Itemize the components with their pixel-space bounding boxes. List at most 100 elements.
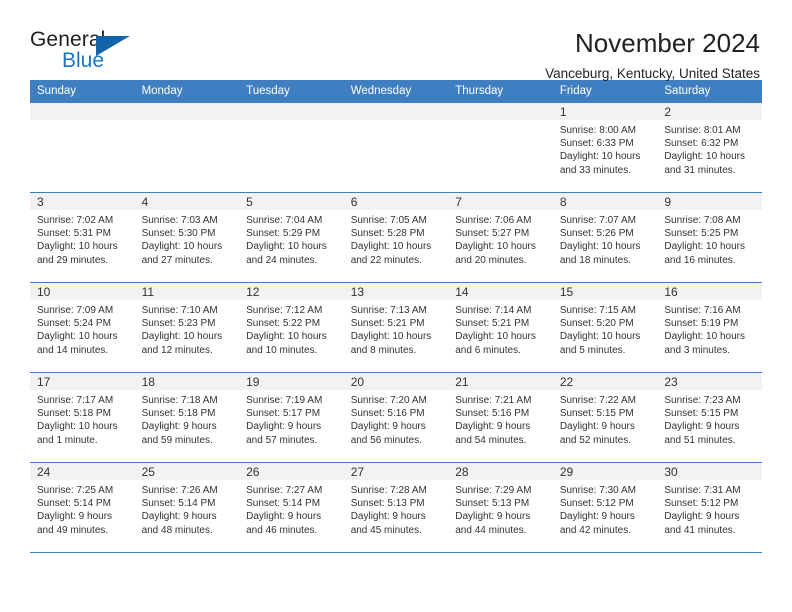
day-details: Sunrise: 8:00 AM Sunset: 6:33 PM Daylight:…	[553, 120, 658, 177]
day-detail-line: Daylight: 10 hours	[246, 241, 327, 253]
day-detail-line: and 3 minutes.	[664, 344, 730, 356]
title-block: November 2024 Vanceburg, Kentucky, Unite…	[545, 28, 762, 84]
calendar-day-cell[interactable]: 28 Sunrise: 7:29 AM Sunset: 5:13 PM Dayligh…	[448, 462, 553, 553]
logo-text-blue: Blue	[62, 49, 105, 72]
day-detail-line: Sunset: 5:12 PM	[559, 498, 634, 510]
calendar-day-cell[interactable]: 14 Sunrise: 7:14 AM Sunset: 5:21 PM Dayligh…	[448, 282, 553, 373]
calendar-day-cell[interactable]: 30 Sunrise: 7:31 AM Sunset: 5:12 PM Dayligh…	[657, 462, 762, 553]
day-details: Sunrise: 7:06 AM Sunset: 5:27 PM Daylight:…	[448, 210, 553, 267]
location-subtitle: Vanceburg, Kentucky, United States	[545, 66, 760, 81]
calendar-day-cell[interactable]: 1 Sunrise: 8:00 AM Sunset: 6:33 PM Daylight…	[552, 102, 658, 193]
calendar-day-cell[interactable]: 17 Sunrise: 7:17 AM Sunset: 5:18 PM Dayligh…	[30, 372, 135, 463]
day-detail-line: and 8 minutes.	[350, 344, 417, 356]
day-detail-line: Sunset: 6:32 PM	[664, 138, 739, 150]
calendar-day-cell[interactable]: 11 Sunrise: 7:10 AM Sunset: 5:23 PM Dayligh…	[134, 282, 240, 373]
day-details: Sunrise: 7:20 AM Sunset: 5:16 PM Daylight:…	[344, 390, 449, 447]
calendar-day-cell[interactable]: 23 Sunrise: 7:23 AM Sunset: 5:15 PM Dayligh…	[657, 372, 762, 463]
day-detail-line: and 45 minutes.	[350, 524, 422, 536]
calendar-day-cell[interactable]: 3 Sunrise: 7:02 AM Sunset: 5:31 PM Daylight…	[30, 192, 135, 283]
day-details: Sunrise: 7:08 AM Sunset: 5:25 PM Daylight:…	[657, 210, 762, 267]
calendar-day-cell[interactable]: 12 Sunrise: 7:12 AM Sunset: 5:22 PM Dayligh…	[239, 282, 344, 373]
calendar-day-cell[interactable]: 18 Sunrise: 7:18 AM Sunset: 5:18 PM Dayligh…	[134, 372, 240, 463]
day-detail-line: and 6 minutes.	[455, 344, 521, 356]
day-details: Sunrise: 7:12 AM Sunset: 5:22 PM Daylight:…	[239, 300, 344, 357]
day-number: 8	[552, 193, 658, 210]
calendar-day-cell-empty	[343, 102, 449, 193]
day-detail-line: and 24 minutes.	[246, 254, 318, 266]
day-details	[448, 120, 553, 124]
day-detail-line: and 10 minutes.	[246, 344, 318, 356]
day-detail-line: and 18 minutes.	[559, 254, 631, 266]
calendar-day-cell[interactable]: 13 Sunrise: 7:13 AM Sunset: 5:21 PM Dayligh…	[343, 282, 449, 373]
calendar-day-cell[interactable]: 10 Sunrise: 7:09 AM Sunset: 5:24 PM Dayligh…	[30, 282, 135, 373]
day-number: 23	[657, 373, 762, 390]
day-number: 5	[239, 193, 344, 210]
calendar-day-cell[interactable]: 9 Sunrise: 7:08 AM Sunset: 5:25 PM Daylight…	[657, 192, 762, 283]
calendar-week-row: 1 Sunrise: 8:00 AM Sunset: 6:33 PM Daylight…	[30, 102, 762, 193]
day-detail-line: Daylight: 9 hours	[350, 421, 426, 433]
day-detail-line: Sunrise: 7:03 AM	[141, 215, 218, 226]
day-details: Sunrise: 7:10 AM Sunset: 5:23 PM Daylight:…	[135, 300, 240, 357]
day-detail-line: Sunrise: 7:31 AM	[664, 485, 741, 496]
calendar-day-cell[interactable]: 19 Sunrise: 7:19 AM Sunset: 5:17 PM Dayligh…	[239, 372, 344, 463]
calendar-day-cell[interactable]: 16 Sunrise: 7:16 AM Sunset: 5:19 PM Dayligh…	[657, 282, 762, 373]
calendar-day-cell[interactable]: 2 Sunrise: 8:01 AM Sunset: 6:32 PM Daylight…	[657, 102, 762, 193]
day-number: 1	[552, 103, 658, 120]
calendar-day-cell[interactable]: 15 Sunrise: 7:15 AM Sunset: 5:20 PM Dayligh…	[552, 282, 658, 373]
calendar-day-cell[interactable]: 6 Sunrise: 7:05 AM Sunset: 5:28 PM Daylight…	[343, 192, 449, 283]
weekday-header-wednesday: Wednesday	[343, 80, 449, 103]
calendar-day-cell[interactable]: 7 Sunrise: 7:06 AM Sunset: 5:27 PM Daylight…	[448, 192, 553, 283]
calendar-day-cell[interactable]: 8 Sunrise: 7:07 AM Sunset: 5:26 PM Daylight…	[552, 192, 658, 283]
day-detail-line: Sunrise: 7:08 AM	[664, 215, 741, 226]
day-number: 14	[448, 283, 553, 300]
day-details: Sunrise: 7:15 AM Sunset: 5:20 PM Daylight:…	[553, 300, 658, 357]
day-details: Sunrise: 7:07 AM Sunset: 5:26 PM Daylight:…	[553, 210, 658, 267]
day-detail-line: Sunrise: 7:14 AM	[455, 305, 532, 316]
day-detail-line: Sunrise: 7:12 AM	[246, 305, 323, 316]
day-details: Sunrise: 7:19 AM Sunset: 5:17 PM Daylight:…	[239, 390, 344, 447]
day-detail-line: and 54 minutes.	[455, 434, 527, 446]
calendar-week-row: 24 Sunrise: 7:25 AM Sunset: 5:14 PM Dayligh…	[30, 462, 762, 553]
day-details: Sunrise: 7:21 AM Sunset: 5:16 PM Daylight:…	[448, 390, 553, 447]
day-detail-line: Sunrise: 7:23 AM	[664, 395, 741, 406]
calendar-day-cell[interactable]: 4 Sunrise: 7:03 AM Sunset: 5:30 PM Daylight…	[134, 192, 240, 283]
day-detail-line: Sunrise: 7:28 AM	[350, 485, 427, 496]
day-detail-line: Sunset: 5:25 PM	[664, 228, 739, 240]
calendar-day-cell[interactable]: 29 Sunrise: 7:30 AM Sunset: 5:12 PM Dayligh…	[552, 462, 658, 553]
day-detail-line: Daylight: 9 hours	[455, 421, 531, 433]
day-number	[30, 103, 135, 120]
day-detail-line: Sunset: 5:13 PM	[455, 498, 530, 510]
calendar-page: General Blue November 2024 Vanceburg, Ke…	[0, 0, 792, 612]
calendar-day-cell[interactable]: 26 Sunrise: 7:27 AM Sunset: 5:14 PM Dayligh…	[239, 462, 344, 553]
day-details: Sunrise: 7:26 AM Sunset: 5:14 PM Daylight:…	[135, 480, 240, 537]
calendar-day-cell[interactable]: 24 Sunrise: 7:25 AM Sunset: 5:14 PM Dayligh…	[30, 462, 135, 553]
day-detail-line: Daylight: 10 hours	[559, 331, 641, 343]
day-detail-line: Sunset: 5:16 PM	[350, 408, 425, 420]
day-detail-line: Daylight: 10 hours	[141, 331, 223, 343]
calendar-day-cell[interactable]: 21 Sunrise: 7:21 AM Sunset: 5:16 PM Dayligh…	[448, 372, 553, 463]
day-detail-line: Sunrise: 7:30 AM	[559, 485, 636, 496]
day-details: Sunrise: 7:05 AM Sunset: 5:28 PM Daylight:…	[344, 210, 449, 267]
day-number	[239, 103, 344, 120]
day-detail-line: Sunset: 5:29 PM	[246, 228, 321, 240]
day-detail-line: and 27 minutes.	[141, 254, 213, 266]
day-detail-line: Daylight: 10 hours	[664, 241, 745, 253]
day-detail-line: Sunrise: 7:06 AM	[455, 215, 532, 226]
calendar-day-cell[interactable]: 22 Sunrise: 7:22 AM Sunset: 5:15 PM Dayligh…	[552, 372, 658, 463]
calendar-day-cell-empty	[134, 102, 240, 193]
day-detail-line: Daylight: 10 hours	[37, 421, 118, 433]
calendar-day-cell[interactable]: 27 Sunrise: 7:28 AM Sunset: 5:13 PM Dayligh…	[343, 462, 449, 553]
day-detail-line: and 14 minutes.	[37, 344, 109, 356]
day-detail-line: Sunrise: 7:15 AM	[559, 305, 636, 316]
day-detail-line: Sunset: 6:33 PM	[559, 138, 634, 150]
day-detail-line: Daylight: 10 hours	[664, 331, 745, 343]
day-detail-line: and 42 minutes.	[559, 524, 631, 536]
day-number: 9	[657, 193, 762, 210]
calendar-day-cell[interactable]: 20 Sunrise: 7:20 AM Sunset: 5:16 PM Dayligh…	[343, 372, 449, 463]
day-details: Sunrise: 7:18 AM Sunset: 5:18 PM Daylight:…	[135, 390, 240, 447]
weekday-header-monday: Monday	[134, 80, 240, 103]
day-detail-line: Daylight: 10 hours	[559, 241, 641, 253]
calendar-day-cell[interactable]: 5 Sunrise: 7:04 AM Sunset: 5:29 PM Daylight…	[239, 192, 344, 283]
day-detail-line: Sunrise: 7:29 AM	[455, 485, 532, 496]
calendar-day-cell[interactable]: 25 Sunrise: 7:26 AM Sunset: 5:14 PM Dayligh…	[134, 462, 240, 553]
